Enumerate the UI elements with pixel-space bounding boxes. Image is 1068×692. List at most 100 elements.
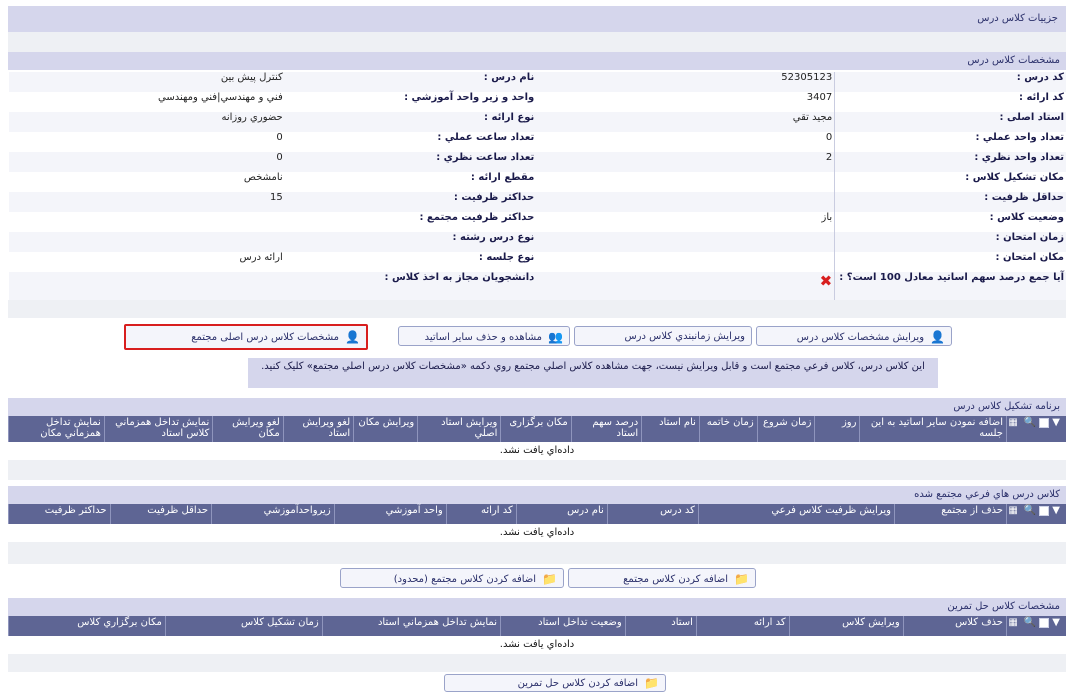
column-header[interactable]: روز (814, 416, 859, 442)
folder-add-icon: 📁 (644, 676, 659, 690)
right-field-label: آيا جمع درصد سهم اساتيد معادل 100 است؟ : (834, 272, 1066, 302)
column-header[interactable]: زمان شروع (756, 416, 815, 442)
columns-icon[interactable]: ▦ (1008, 617, 1017, 628)
column-header[interactable]: کد درس (606, 504, 698, 524)
column-header[interactable]: ويرايش استاد اصلي (417, 416, 500, 442)
column-header[interactable]: حداقل ظرفيت (109, 504, 212, 524)
select-all-checkbox[interactable] (1039, 505, 1050, 516)
right-field-label: تعداد واحد عملي : (975, 132, 1064, 143)
left-field-value: حضوري روزانه (8, 112, 285, 132)
column-header[interactable]: نمايش تداخل همزماني استاد (321, 616, 500, 636)
expand-arrow-icon[interactable]: ▼ (1052, 417, 1060, 428)
schedule-footer (8, 460, 1066, 480)
column-header[interactable]: زمان خاتمه (698, 416, 757, 442)
search-icon[interactable]: 🔍 (1024, 505, 1036, 516)
column-header[interactable]: حداكثر ظرفيت (8, 504, 110, 524)
right-field-label: كد ارائه : (1019, 92, 1064, 103)
edit-schedule-button[interactable]: ويرايش زمانبندي كلاس درس (574, 326, 752, 346)
column-header[interactable]: وضعيت تداخل استاد (499, 616, 625, 636)
main-class-spec-button[interactable]: 👤مشخصات کلاس درس اصلی مجتمع (124, 324, 368, 350)
left-field-value (9, 212, 285, 232)
expand-arrow-icon[interactable]: ▼ (1052, 617, 1060, 628)
error-cross-icon: ✖ (819, 272, 833, 290)
column-header[interactable]: مکان برگزاری (500, 416, 570, 442)
subclasses-empty-message: داده‌اي يافت نشد. (8, 524, 1066, 542)
expand-arrow-icon[interactable]: ▼ (1052, 505, 1060, 516)
left-field-value: 0 (276, 132, 283, 143)
info-row: مكان امتحان : نوع جلسه : ارائه درس (9, 252, 1067, 272)
header-tools: ▼ 🔍 ▦ (1006, 616, 1066, 636)
right-field-label: تعداد واحد نظري : (834, 152, 1066, 172)
folder-add-icon: 📁 (734, 572, 749, 586)
column-header[interactable]: نام درس (515, 504, 607, 524)
left-field-value: فني و مهندسي|فني ومهندسي (158, 92, 283, 103)
column-header[interactable]: لغو ويرايش مكان (212, 416, 282, 442)
right-field-label: وضعيت كلاس : (989, 212, 1064, 223)
column-header[interactable]: واحد آموزشي (333, 504, 446, 524)
right-field-value: باز (536, 212, 836, 232)
page-title: جزییات کلاس درس (8, 6, 1066, 32)
left-field-label: نوع ارائه : (284, 112, 537, 132)
column-header[interactable]: زمان تشكيل كلاس (164, 616, 322, 636)
column-header[interactable]: مكان برگزاري كلاس (8, 616, 165, 636)
column-header[interactable]: استاد (624, 616, 696, 636)
info-row: حداقل ظرفيت : حداكثر ظرفيت :15 (8, 192, 1066, 212)
column-header[interactable]: نام استاد (641, 416, 699, 442)
column-header[interactable]: کد ارائه (695, 616, 789, 636)
column-header[interactable]: ويرايش كلاس (788, 616, 903, 636)
right-field-value: ✖ (536, 272, 836, 302)
add-group-class-button[interactable]: 📁اضافه كردن كلاس مجتمع (568, 568, 756, 588)
right-field-label: استاد اصلی : (834, 112, 1066, 132)
left-field-label: مقطع ارائه : (470, 172, 535, 183)
left-field-label: نام درس : (284, 72, 537, 92)
info-row: كد ارائه : 3407 واحد و زير واحد آموزشي : فن… (9, 92, 1067, 112)
subclasses-footer (8, 542, 1066, 564)
add-group-class-limited-button[interactable]: 📁اضافه كردن كلاس مجتمع (محدود) (340, 568, 564, 588)
title-spacer (8, 32, 1066, 52)
exercise-footer (8, 654, 1066, 672)
exercise-table-header: ▼ 🔍 ▦ حذف كلاس ويرايش كلاس کد ارائه استاد وضعيت… (8, 616, 1066, 636)
right-field-value (536, 192, 836, 212)
add-exercise-class-button[interactable]: 📁اضافه كردن كلاس حل تمرين (444, 674, 666, 692)
columns-icon[interactable]: ▦ (1008, 505, 1017, 516)
right-field-value: 0 (536, 132, 836, 152)
column-header[interactable]: درصد سهم استاد (570, 416, 641, 442)
column-header[interactable]: نمايش تداخل همزماني كلاس استاد (103, 416, 212, 442)
select-all-checkbox[interactable] (1039, 617, 1050, 628)
column-header[interactable]: کد ارائه (445, 504, 516, 524)
info-row: مکان تشکیل کلاس : مقطع ارائه : نامشخص (9, 172, 1067, 192)
column-header[interactable]: زيرواحدآموزشي (211, 504, 334, 524)
info-row: استاد اصلی : مجيد تقي نوع ارائه : حضوري روز… (8, 112, 1066, 132)
header-tools: ▼ 🔍 ▦ (1006, 504, 1066, 524)
right-field-label: مکان تشکیل کلاس : (965, 172, 1064, 183)
info-row: کد درس :52305123 نام درس : کنترل پیش بین (8, 72, 1066, 92)
view-delete-teachers-button[interactable]: 👥مشاهده و حذف ساير اساتيد (398, 326, 570, 346)
column-header[interactable]: حذف كلاس (902, 616, 1006, 636)
column-header[interactable]: اضافه نمودن ساير اساتيد به اين جلسه (859, 416, 1006, 442)
user-info-icon: 👤 (345, 330, 360, 344)
columns-icon[interactable]: ▦ (1008, 417, 1017, 428)
column-header[interactable]: ويرايش ظرفيت كلاس فرعي (697, 504, 894, 524)
left-field-label: نوع جلسه : (478, 252, 535, 263)
search-icon[interactable]: 🔍 (1024, 617, 1036, 628)
left-field-value: نامشخص (243, 172, 283, 183)
subclasses-section-title: كلاس درس هاي فرعي مجتمع شده (8, 486, 1066, 504)
select-all-checkbox[interactable] (1039, 417, 1050, 428)
folder-add-icon: 📁 (542, 572, 557, 586)
info-row: وضعيت كلاس : باز حداکثر ظرفیت مجتمع : (9, 212, 1067, 232)
right-field-value (536, 232, 836, 252)
info-section-title: مشخصات كلاس درس (8, 52, 1066, 70)
right-field-value: 52305123 (536, 72, 836, 92)
edit-class-button[interactable]: 👤ويرايش مشخصات كلاس درس (756, 326, 952, 346)
search-icon[interactable]: 🔍 (1024, 417, 1036, 428)
info-row: تعداد واحد نظري :2 تعداد ساعت نظري :0 (8, 152, 1066, 172)
column-header[interactable]: ويرايش مكان (353, 416, 417, 442)
column-header[interactable]: نمايش تداخل همزماني مكان (8, 416, 104, 442)
info-row: آيا جمع درصد سهم اساتيد معادل 100 است؟ :… (8, 272, 1066, 302)
column-header[interactable]: حذف از مجتمع (893, 504, 1006, 524)
schedule-table-header: ▼ 🔍 ▦ اضافه نمودن ساير اساتيد به اين جلسه رو… (8, 416, 1066, 442)
info-row: زمان امتحان : نوع درس رشته : (8, 232, 1066, 252)
left-field-value: کنترل پیش بین (8, 72, 285, 92)
left-field-label: حداکثر ظرفیت مجتمع : (419, 212, 535, 223)
column-header[interactable]: لغو ويرايش استاد (282, 416, 353, 442)
